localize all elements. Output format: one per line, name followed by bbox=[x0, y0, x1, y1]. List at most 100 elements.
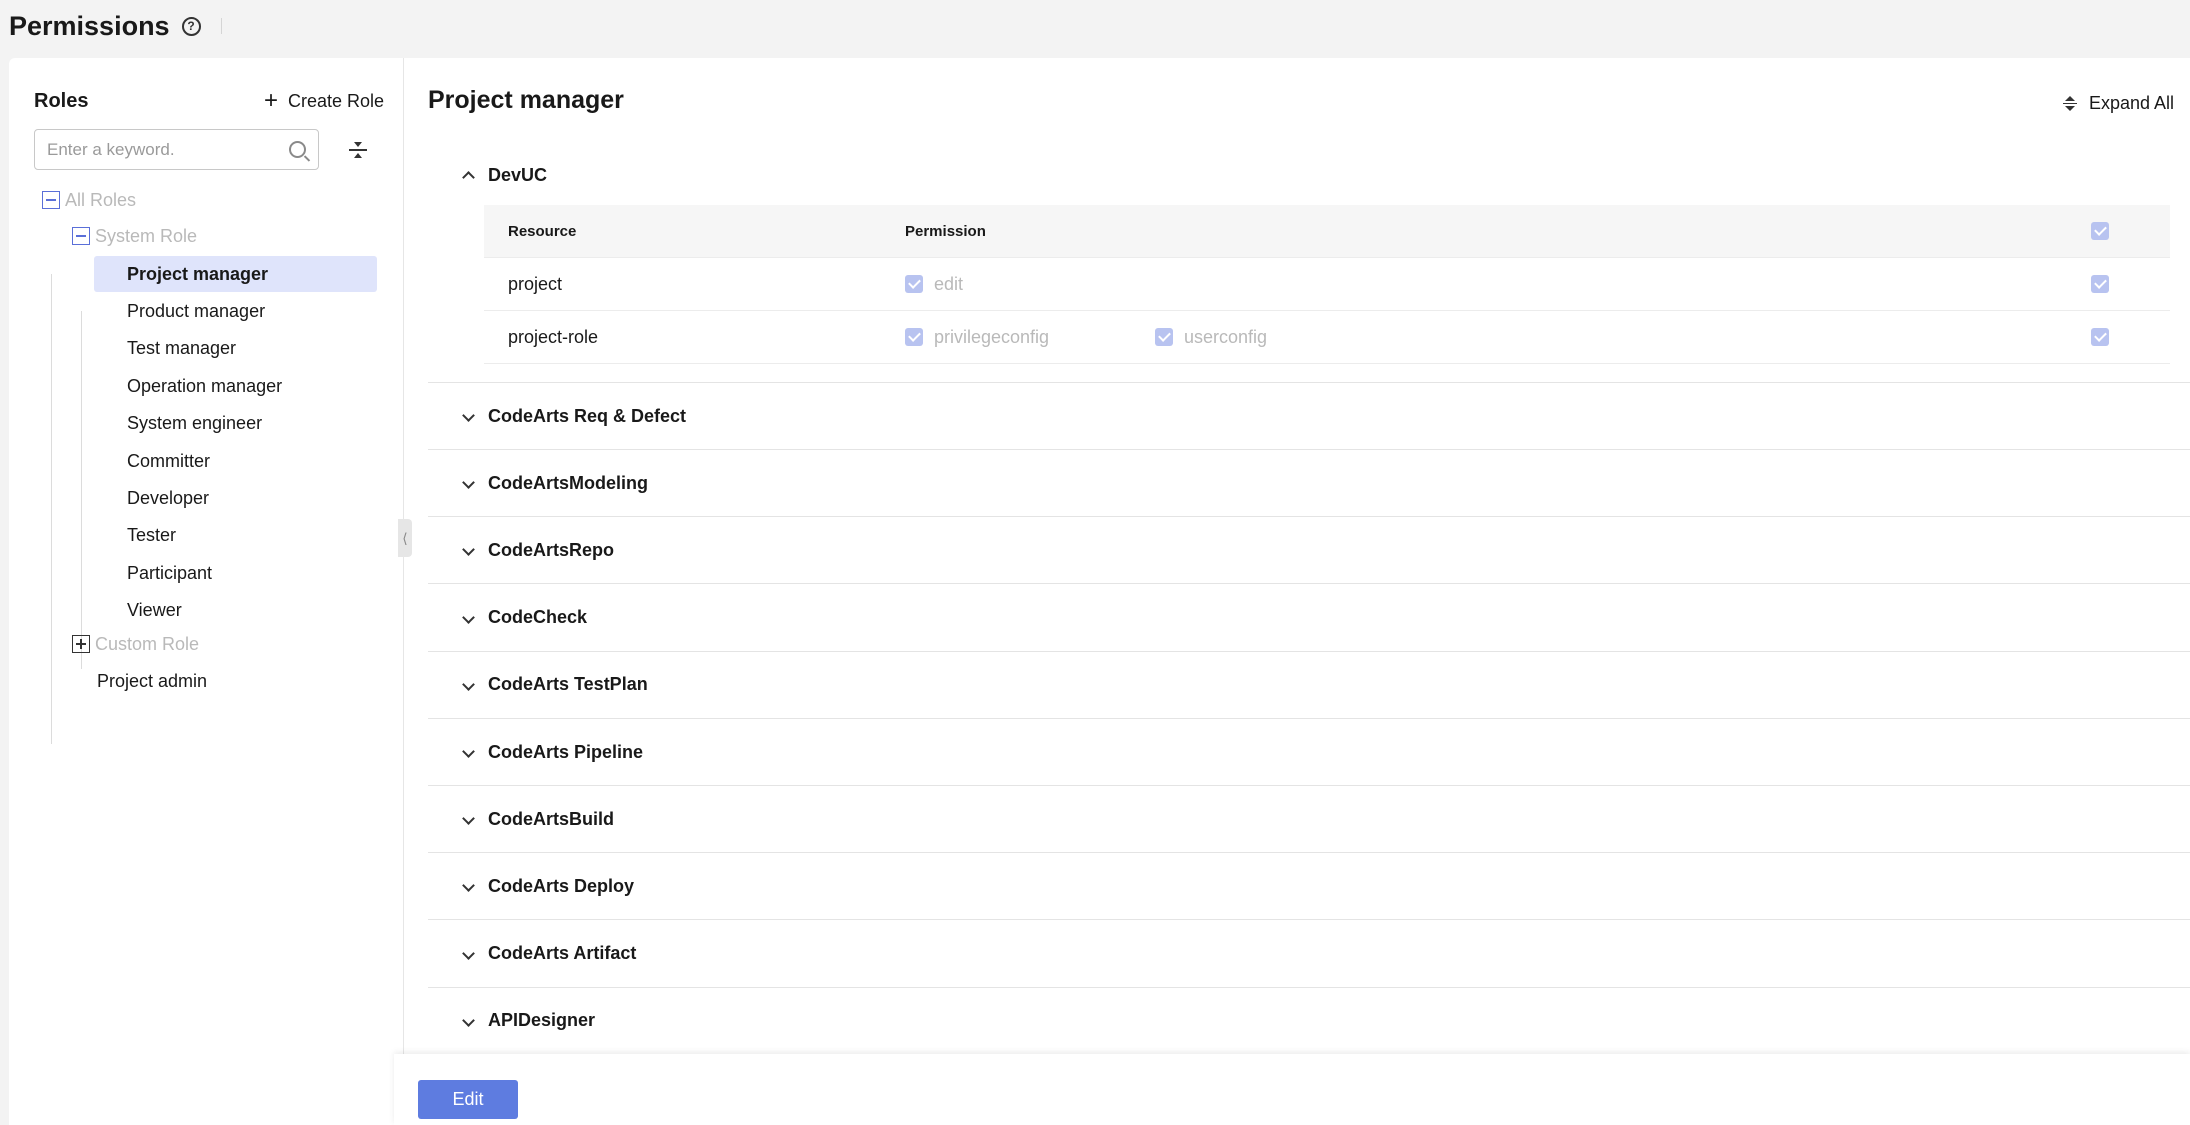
role-item[interactable]: Operation manager bbox=[94, 368, 377, 404]
permission-group-header[interactable]: CodeArtsModeling bbox=[428, 450, 2190, 518]
table-row: project edit bbox=[484, 258, 2170, 311]
role-item[interactable]: Viewer bbox=[94, 593, 377, 629]
role-item-label: Operation manager bbox=[127, 375, 283, 396]
row-select-all-checkbox[interactable] bbox=[2091, 275, 2109, 293]
expand-all-label: Expand All bbox=[2088, 93, 2174, 113]
permission-group-name: CodeArtsRepo bbox=[488, 539, 615, 560]
tree-node-label: Custom Role bbox=[95, 633, 200, 654]
permission-group-name: CodeArtsBuild bbox=[488, 808, 614, 829]
permission-group-header[interactable]: APIDesigner bbox=[428, 988, 2190, 1055]
chevron-down-icon[interactable] bbox=[462, 879, 475, 893]
permission-group-name: CodeCheck bbox=[488, 607, 588, 628]
page-header: Permissions ? bbox=[0, 0, 2190, 52]
permission-group-header[interactable]: CodeArtsRepo bbox=[428, 517, 2190, 585]
table-header: Resource Permission bbox=[484, 205, 2170, 258]
tree-node-system-role[interactable]: System Role bbox=[72, 218, 197, 254]
chevron-down-icon[interactable] bbox=[462, 543, 475, 557]
permission-group-header[interactable]: CodeArts Deploy bbox=[428, 853, 2190, 921]
tree-guide-line bbox=[81, 311, 82, 669]
arrow-down-icon bbox=[354, 142, 362, 147]
permission-group-header[interactable]: CodeArts Pipeline bbox=[428, 719, 2190, 786]
role-search bbox=[34, 129, 319, 170]
selected-role-title: Project manager bbox=[428, 86, 624, 114]
page-title: Permissions bbox=[9, 10, 170, 41]
row-select-all-checkbox[interactable] bbox=[2091, 328, 2109, 346]
permission-option[interactable]: edit bbox=[905, 274, 1155, 295]
chevron-down-icon[interactable] bbox=[462, 476, 475, 490]
role-item[interactable]: Committer bbox=[94, 443, 377, 479]
panel-collapse-handle[interactable]: ⟨ bbox=[398, 519, 412, 557]
role-item-label: Participant bbox=[127, 562, 213, 583]
group-divider bbox=[428, 382, 2190, 383]
role-search-input[interactable] bbox=[47, 139, 289, 160]
resource-cell: project-role bbox=[508, 326, 599, 347]
chevron-down-icon[interactable] bbox=[462, 745, 475, 758]
chevron-down-icon[interactable] bbox=[462, 409, 475, 422]
expand-square-icon[interactable] bbox=[72, 635, 90, 653]
create-role-label: Create Role bbox=[287, 90, 384, 111]
arrow-up-icon bbox=[354, 153, 362, 158]
role-item[interactable]: Developer bbox=[94, 480, 377, 516]
role-item-label: Viewer bbox=[127, 600, 182, 621]
role-item-label: Developer bbox=[127, 487, 210, 508]
chevron-down-icon[interactable] bbox=[462, 610, 475, 624]
chevron-down-icon[interactable] bbox=[462, 812, 475, 826]
chevron-up-icon[interactable] bbox=[462, 170, 475, 184]
role-item[interactable]: Participant bbox=[94, 555, 377, 591]
permission-group-header[interactable]: CodeArts Req & Defect bbox=[428, 383, 2190, 450]
role-item-label: Tester bbox=[127, 525, 177, 546]
permission-label: edit bbox=[934, 273, 964, 294]
header-divider bbox=[220, 18, 222, 34]
help-icon[interactable]: ? bbox=[181, 16, 201, 36]
footer-bar: Edit bbox=[394, 1054, 2190, 1125]
permission-group-header[interactable]: CodeCheck bbox=[428, 585, 2190, 652]
roles-panel-header: Roles + Create Role bbox=[34, 86, 384, 116]
permission-option[interactable]: privilegeconfig bbox=[905, 327, 1155, 348]
role-item[interactable]: System engineer bbox=[94, 406, 377, 442]
permission-group-name: CodeArtsModeling bbox=[488, 472, 648, 493]
role-item-label: Project manager bbox=[127, 263, 269, 284]
select-all-checkbox[interactable] bbox=[2091, 222, 2109, 240]
edit-button[interactable]: Edit bbox=[418, 1080, 518, 1119]
permission-group-header[interactable]: DevUC bbox=[428, 142, 2190, 209]
devuc-permission-table: Resource Permission project edit project-r… bbox=[484, 205, 2170, 364]
collapse-square-icon[interactable] bbox=[42, 191, 60, 209]
permission-checkbox[interactable] bbox=[905, 275, 923, 293]
tree-node-custom-role[interactable]: Custom Role bbox=[72, 626, 199, 662]
permission-checkbox[interactable] bbox=[1155, 328, 1173, 346]
permission-group-name: CodeArts Deploy bbox=[488, 875, 635, 896]
tree-node-label: System Role bbox=[95, 225, 198, 246]
tree-node-project-admin[interactable]: Project admin bbox=[97, 663, 207, 699]
chevron-down-icon[interactable] bbox=[462, 946, 475, 960]
tree-node-label: All Roles bbox=[65, 189, 137, 210]
role-item[interactable]: Project manager bbox=[94, 256, 377, 292]
permission-group-header[interactable]: CodeArtsBuild bbox=[428, 786, 2190, 854]
role-item[interactable]: Test manager bbox=[94, 331, 377, 367]
collapse-square-icon[interactable] bbox=[72, 227, 90, 245]
tree-node-all-roles[interactable]: All Roles bbox=[42, 182, 136, 218]
chevron-down-icon[interactable] bbox=[462, 1013, 475, 1027]
role-item[interactable]: Product manager bbox=[94, 293, 377, 329]
role-item-label: Product manager bbox=[127, 300, 266, 321]
collapse-tree-button[interactable] bbox=[346, 138, 370, 162]
permission-group-header[interactable]: CodeArts TestPlan bbox=[428, 652, 2190, 719]
permission-option[interactable]: userconfig bbox=[1155, 327, 1405, 348]
search-icon[interactable] bbox=[289, 141, 306, 158]
expand-all-button[interactable]: Expand All bbox=[2062, 93, 2174, 114]
roles-title: Roles bbox=[34, 89, 89, 112]
permission-label: privilegeconfig bbox=[934, 326, 1050, 347]
permission-cell: edit bbox=[905, 274, 2030, 295]
table-row: project-role privilegeconfig userconfig bbox=[484, 311, 2170, 364]
role-item-label: Test manager bbox=[127, 338, 237, 359]
permission-group-header[interactable]: CodeArts Artifact bbox=[428, 921, 2190, 988]
tree-node-label: Project admin bbox=[97, 670, 208, 691]
resource-cell: project bbox=[508, 273, 563, 294]
chevron-down-icon[interactable] bbox=[462, 677, 475, 691]
role-item[interactable]: Tester bbox=[94, 518, 377, 554]
main-card: Roles + Create Role All Roles System Rol… bbox=[9, 58, 2190, 1125]
permission-checkbox[interactable] bbox=[905, 328, 923, 346]
create-role-button[interactable]: + Create Role bbox=[264, 89, 384, 113]
permission-header: Permission bbox=[905, 222, 986, 240]
role-item-label: Committer bbox=[127, 450, 211, 471]
resource-header: Resource bbox=[508, 222, 577, 240]
